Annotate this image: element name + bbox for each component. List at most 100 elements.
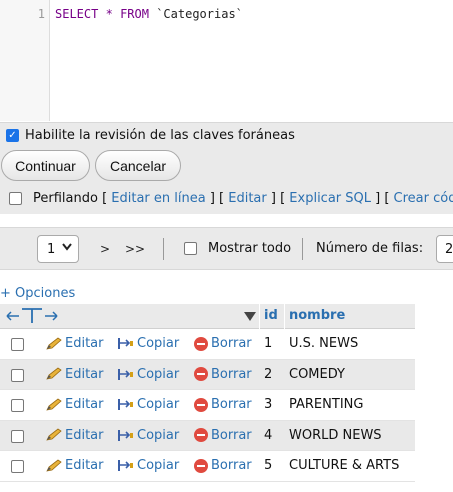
delete-row-button[interactable]: Borrar (194, 458, 252, 473)
delete-row-label: Borrar (211, 458, 252, 473)
sql-editor[interactable]: 1 SELECT * FROM `Categorias` (0, 0, 453, 121)
cell-nombre: WORLD NEWS (289, 427, 382, 443)
pagination-bar: 1 > >> Mostrar todo Número de filas: 2 (0, 227, 453, 270)
sql-table-identifier: `Categorias` (156, 7, 243, 21)
show-all-label: Mostrar todo (208, 241, 292, 256)
edit-row-button[interactable]: Editar (45, 458, 104, 473)
pencil-icon (45, 428, 62, 442)
delete-row-button[interactable]: Borrar (194, 428, 252, 443)
rows-count-value: 2 (445, 241, 453, 257)
delete-icon (194, 367, 208, 381)
delete-row-button[interactable]: Borrar (194, 397, 252, 412)
edit-row-button[interactable]: Editar (45, 367, 104, 382)
fk-check-row: ✓ Habilite la revisión de las claves for… (6, 128, 295, 143)
edit-row-label: Editar (65, 366, 104, 382)
copy-row-button[interactable]: Copiar (117, 367, 179, 382)
delete-row-label: Borrar (211, 366, 252, 382)
explain-sql-link[interactable]: Explicar SQL (289, 191, 371, 206)
row-checkbox[interactable] (11, 429, 24, 443)
column-arrows-icon[interactable] (6, 307, 58, 329)
table-row: Editar Copiar Borrar 1 U.S. NEWS (0, 329, 415, 360)
delete-row-label: Borrar (211, 397, 252, 412)
next-page-button[interactable]: > (90, 235, 120, 263)
cell-id: 3 (264, 397, 273, 412)
table-body: Editar Copiar Borrar 1 U.S. NEWS Editar … (0, 329, 415, 482)
cell-nombre: COMEDY (289, 366, 345, 382)
cell-id: 4 (264, 427, 273, 443)
results-table: id nombre Editar Copiar Borrar 1 U.S. NE… (0, 304, 415, 482)
options-link[interactable]: + Opciones (0, 286, 75, 301)
cell-nombre: CULTURE & ARTS (289, 458, 400, 473)
show-all-row: Mostrar todo (184, 241, 291, 256)
copy-icon (117, 336, 134, 351)
copy-icon (117, 397, 134, 412)
last-page-button[interactable]: >> (120, 235, 150, 263)
table-row: Editar Copiar Borrar 3 PARENTING (0, 390, 415, 421)
copy-row-button[interactable]: Copiar (117, 397, 179, 412)
copy-row-button[interactable]: Copiar (117, 336, 179, 351)
delete-icon (194, 458, 208, 473)
cell-nombre: PARENTING (289, 397, 364, 412)
edit-row-button[interactable]: Editar (45, 428, 104, 443)
sort-icon[interactable] (244, 312, 256, 324)
copy-row-label: Copiar (137, 458, 180, 473)
row-checkbox[interactable] (11, 460, 24, 473)
edit-row-button[interactable]: Editar (45, 397, 104, 412)
line-number: 1 (37, 7, 45, 21)
table-row: Editar Copiar Borrar 2 COMEDY (0, 359, 415, 390)
create-code-link[interactable]: Crear códi (394, 191, 453, 206)
line-gutter: 1 (0, 0, 50, 121)
column-header-id[interactable]: id (264, 308, 278, 323)
page-select-value: 1 (47, 241, 56, 257)
sql-code[interactable]: SELECT * FROM `Categorias` (55, 7, 243, 21)
table-row: Editar Copiar Borrar 4 WORLD NEWS (0, 420, 415, 451)
rows-count-input[interactable]: 2 (436, 235, 453, 263)
pencil-icon (45, 398, 62, 412)
fk-check-checkbox[interactable]: ✓ (6, 129, 19, 142)
cancel-button[interactable]: Cancelar (95, 150, 181, 181)
divider (163, 238, 164, 260)
copy-row-button[interactable]: Copiar (117, 428, 179, 443)
page-select[interactable]: 1 (37, 235, 79, 263)
profiling-row: Perfilando [ Editar en línea ] [ Editar … (9, 191, 453, 206)
copy-row-button[interactable]: Copiar (117, 458, 179, 473)
pencil-icon (45, 367, 62, 381)
delete-row-label: Borrar (211, 427, 252, 443)
pencil-icon (45, 337, 62, 351)
divider (302, 238, 303, 260)
edit-link[interactable]: Editar (228, 191, 267, 206)
delete-icon (194, 428, 208, 442)
profiling-label: Perfilando (33, 191, 98, 206)
copy-row-label: Copiar (137, 366, 180, 382)
row-checkbox[interactable] (11, 399, 24, 412)
sql-keyword-from: FROM (120, 7, 149, 21)
edit-row-label: Editar (65, 397, 104, 412)
continue-button[interactable]: Continuar (1, 150, 90, 181)
chevron-down-icon (62, 243, 72, 254)
sql-star: * (105, 7, 113, 21)
edit-row-label: Editar (65, 427, 104, 443)
edit-row-label: Editar (65, 336, 104, 351)
column-header-nombre[interactable]: nombre (289, 308, 345, 323)
delete-icon (194, 336, 208, 351)
edit-row-button[interactable]: Editar (45, 336, 104, 351)
copy-icon (117, 367, 134, 382)
rows-count-label: Número de filas: (316, 241, 424, 256)
row-checkbox[interactable] (11, 338, 24, 351)
pencil-icon (45, 459, 62, 473)
delete-row-button[interactable]: Borrar (194, 367, 252, 382)
profiling-checkbox[interactable] (9, 192, 22, 205)
fk-check-label: Habilite la revisión de las claves forán… (25, 128, 295, 143)
delete-row-button[interactable]: Borrar (194, 336, 252, 351)
show-all-checkbox[interactable] (184, 242, 197, 255)
copy-row-label: Copiar (137, 427, 180, 443)
table-header: id nombre (0, 304, 415, 329)
copy-row-label: Copiar (137, 397, 180, 412)
row-checkbox[interactable] (11, 368, 24, 382)
cell-id: 2 (264, 366, 273, 382)
query-control-panel: ✓ Habilite la revisión de las claves for… (0, 122, 453, 214)
cell-id: 1 (264, 336, 273, 351)
table-row: Editar Copiar Borrar 5 CULTURE & ARTS (0, 451, 415, 482)
edit-inline-link[interactable]: Editar en línea (111, 191, 205, 206)
sql-keyword-select: SELECT (55, 7, 99, 21)
